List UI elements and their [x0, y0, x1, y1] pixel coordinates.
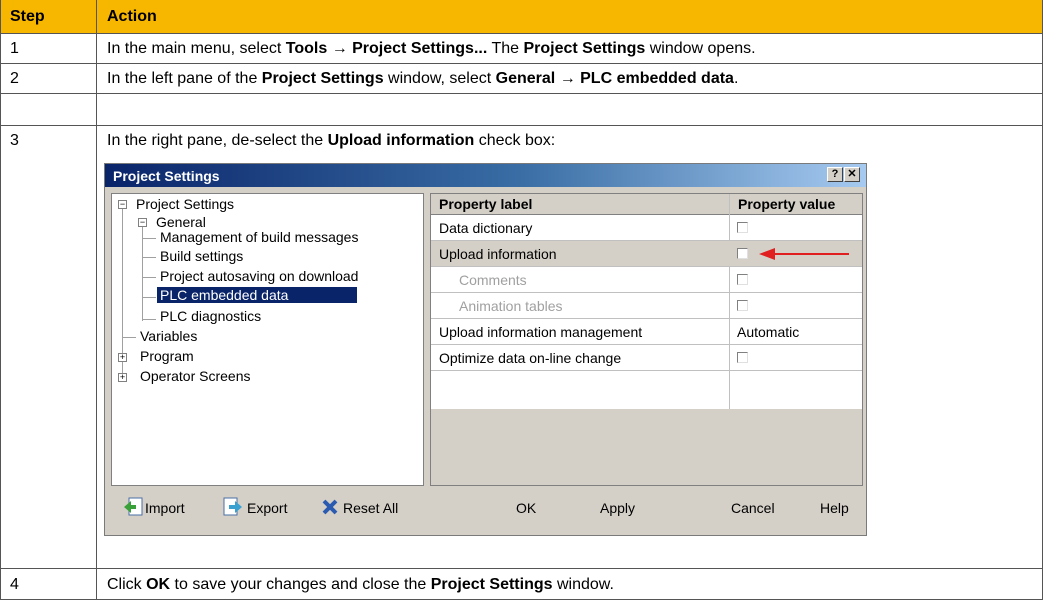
- table-header: Step Action: [0, 0, 1043, 33]
- step-number: 3: [10, 132, 19, 149]
- dialog-title: Project Settings: [113, 168, 220, 184]
- red-arrow-icon: [759, 248, 849, 260]
- property-row: Data dictionary: [431, 215, 862, 241]
- step-text: Click OK to save your changes and close …: [107, 576, 614, 593]
- tree-node-project-settings[interactable]: Project Settings: [136, 196, 234, 212]
- collapse-icon[interactable]: −: [118, 200, 127, 209]
- property-row: Upload information management Automatic: [431, 319, 862, 345]
- row-divider: [0, 93, 1043, 94]
- settings-tree: − Project Settings − General Management …: [111, 193, 424, 486]
- checkbox-optimize-data[interactable]: [737, 352, 748, 363]
- step-text: In the right pane, de-select the Upload …: [107, 132, 556, 149]
- tree-node-build-messages[interactable]: Management of build messages: [160, 229, 358, 245]
- row-divider: [0, 63, 1043, 64]
- collapse-icon[interactable]: −: [138, 218, 147, 227]
- dialog-titlebar: Project Settings ? ✕: [105, 164, 866, 187]
- col-divider: [0, 0, 1, 600]
- tree-node-general[interactable]: General: [156, 214, 206, 230]
- property-grid: Property label Property value Data dicti…: [430, 193, 863, 486]
- row-divider: [0, 568, 1043, 569]
- checkbox-comments[interactable]: [737, 274, 748, 285]
- upload-management-value[interactable]: Automatic: [737, 324, 799, 340]
- tree-node-build-settings[interactable]: Build settings: [160, 248, 243, 264]
- close-title-button[interactable]: ✕: [844, 167, 860, 182]
- help-title-button[interactable]: ?: [827, 167, 843, 182]
- header-step: Step: [10, 8, 45, 25]
- expand-icon[interactable]: +: [118, 353, 127, 362]
- step-text: In the main menu, select Tools → Project…: [107, 40, 756, 57]
- tree-node-autosaving[interactable]: Project autosaving on download: [160, 268, 358, 284]
- property-row: Animation tables: [431, 293, 862, 319]
- row-divider: [0, 125, 1043, 126]
- property-row: Optimize data on-line change: [431, 345, 862, 371]
- step-text: In the left pane of the Project Settings…: [107, 70, 739, 87]
- tree-node-program[interactable]: Program: [140, 348, 194, 364]
- project-settings-dialog: Project Settings ? ✕ − Project Settings …: [104, 163, 867, 536]
- column-header-label: Property label: [431, 194, 729, 215]
- column-header-value: Property value: [730, 194, 862, 215]
- export-icon: [223, 497, 242, 516]
- tree-node-plc-diagnostics[interactable]: PLC diagnostics: [160, 308, 261, 324]
- row-divider: [0, 33, 1043, 34]
- checkbox-upload-information[interactable]: [737, 248, 748, 259]
- step-number: 1: [10, 40, 19, 57]
- checkbox-animation-tables[interactable]: [737, 300, 748, 311]
- tree-node-operator-screens[interactable]: Operator Screens: [140, 368, 251, 384]
- checkbox-data-dictionary[interactable]: [737, 222, 748, 233]
- expand-icon[interactable]: +: [118, 373, 127, 382]
- reset-x-icon: [322, 499, 338, 515]
- col-divider: [96, 0, 97, 600]
- import-icon: [124, 497, 143, 516]
- property-row: Comments: [431, 267, 862, 293]
- header-action: Action: [107, 8, 157, 25]
- tree-node-plc-embedded-data[interactable]: PLC embedded data: [157, 287, 357, 303]
- step-number: 4: [10, 576, 19, 593]
- step-number: 2: [10, 70, 19, 87]
- tree-node-variables[interactable]: Variables: [140, 328, 197, 344]
